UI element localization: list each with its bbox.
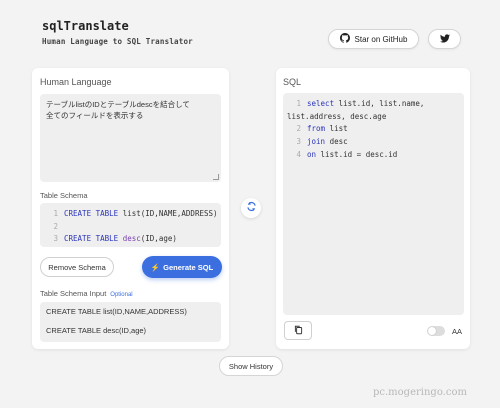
schema-line-2: 2: [53, 222, 58, 231]
show-history-button[interactable]: Show History: [219, 356, 283, 376]
github-button-label: Star on GitHub: [354, 34, 408, 44]
app-title: sqlTranslate: [42, 19, 129, 33]
schema-input-label-row: Table Schema Input Optional: [40, 289, 133, 298]
schema-input-line-1: CREATE TABLE list(ID,NAME,ADDRESS): [46, 307, 187, 316]
swap-icon: [246, 199, 257, 217]
human-language-title: Human Language: [40, 77, 112, 87]
resize-handle-icon[interactable]: [213, 174, 219, 180]
human-language-panel: Human Language テーブルlistのIDとテーブルdescを結合して…: [32, 68, 229, 349]
twitter-button[interactable]: [428, 29, 461, 49]
watermark: pc.mogeringo.com: [373, 387, 467, 398]
input-text-line-2: 全てのフィールドを表示する: [46, 111, 144, 120]
table-schema-label: Table Schema: [40, 191, 88, 200]
swap-button[interactable]: [241, 198, 261, 218]
twitter-icon: [439, 30, 450, 48]
sql-title: SQL: [283, 77, 302, 87]
generate-sql-label: Generate SQL: [163, 262, 214, 272]
sql-line-1-wrap: list.address, desc.age: [287, 112, 387, 121]
optional-badge: Optional: [110, 292, 133, 298]
sql-line-4: 4 on list.id = desc.id: [296, 150, 398, 159]
toggle-knob: [428, 327, 436, 335]
copy-icon: [294, 322, 303, 340]
schema-line-1: 1 CREATE TABLE list(ID,NAME,ADDRESS): [53, 209, 218, 218]
font-size-label[interactable]: AA: [452, 327, 462, 336]
copy-button[interactable]: [284, 321, 312, 340]
remove-schema-button[interactable]: Remove Schema: [40, 257, 114, 277]
table-schema-editor[interactable]: 1 CREATE TABLE list(ID,NAME,ADDRESS) 2 3C…: [40, 203, 221, 247]
lightning-icon: ⚡: [150, 262, 161, 272]
schema-line-3: 3 CREATE TABLE desc(ID,age): [53, 234, 177, 243]
syntax-highlight-toggle[interactable]: [427, 326, 445, 336]
sql-output[interactable]: 1 select list.id, list.name, list.address…: [283, 93, 464, 315]
github-icon: [339, 33, 350, 45]
schema-input-line-2: CREATE TABLE desc(ID,age): [46, 326, 147, 335]
star-on-github-button[interactable]: Star on GitHub: [328, 29, 419, 49]
sql-line-1: 1 select list.id, list.name,: [296, 99, 425, 108]
human-language-input[interactable]: テーブルlistのIDとテーブルdescを結合して 全てのフィールドを表示する: [40, 94, 221, 182]
generate-sql-button[interactable]: ⚡ Generate SQL: [142, 256, 222, 278]
schema-input-label: Table Schema Input: [40, 289, 107, 298]
sql-line-2: 2 from list: [296, 124, 348, 133]
sql-panel: SQL 1 select list.id, list.name, list.add…: [276, 68, 470, 349]
sql-line-3: 3 join desc: [296, 137, 348, 146]
table-schema-input[interactable]: CREATE TABLE list(ID,NAME,ADDRESS) CREAT…: [40, 302, 221, 342]
input-text-line-1: テーブルlistのIDとテーブルdescを結合して: [46, 100, 190, 109]
app-subtitle: Human Language to SQL Translator: [42, 37, 193, 46]
